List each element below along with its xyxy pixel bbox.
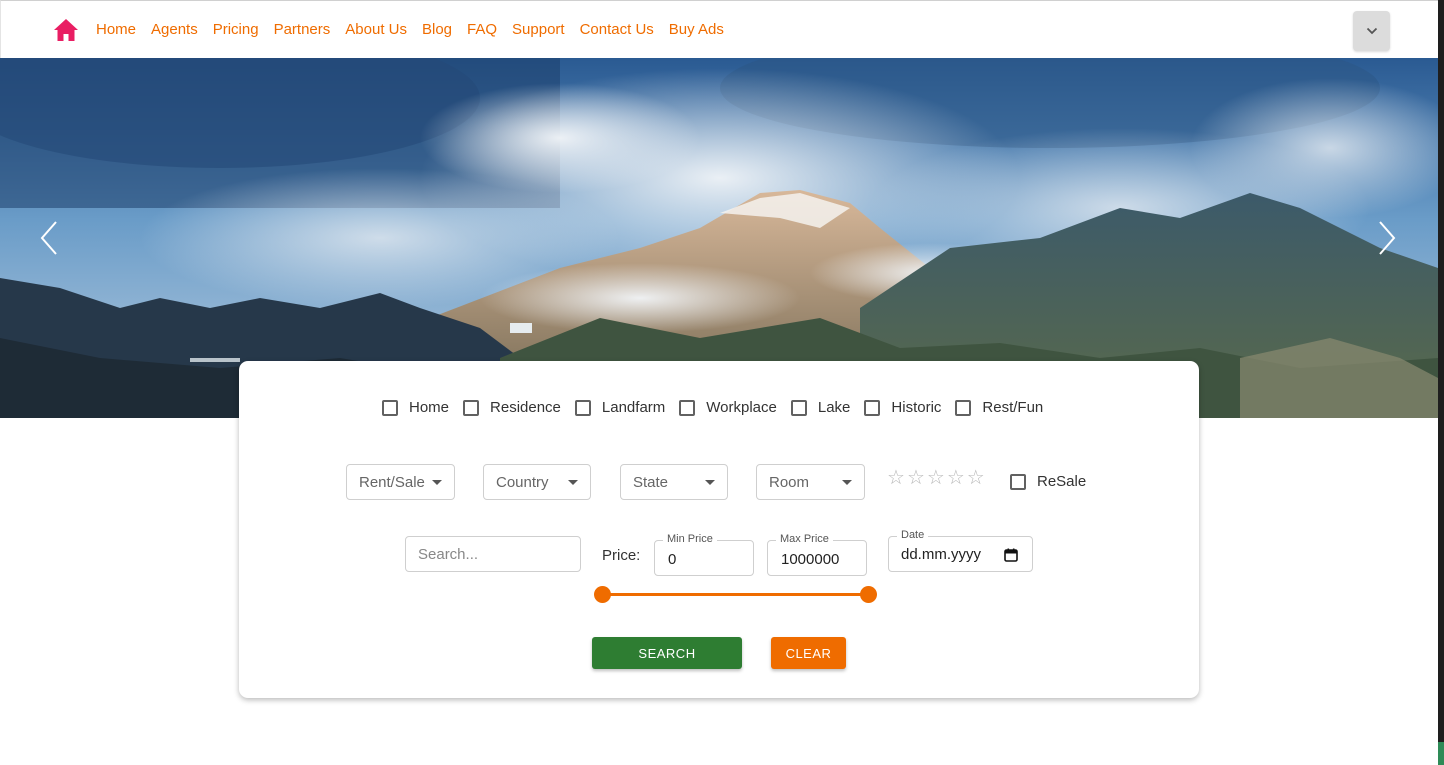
- nav-link-support[interactable]: Support: [512, 20, 565, 40]
- type-checkbox-residence[interactable]: Residence: [463, 399, 561, 417]
- home-icon[interactable]: [53, 18, 79, 42]
- star-icon[interactable]: ☆: [887, 467, 905, 489]
- clear-button[interactable]: CLEAR: [771, 637, 846, 669]
- nav-link-faq[interactable]: FAQ: [467, 20, 497, 40]
- nav-link-about-us[interactable]: About Us: [345, 20, 407, 40]
- property-type-filters: Home Residence Landfarm Workplace Lake H…: [382, 399, 1057, 417]
- checkbox[interactable]: [679, 400, 696, 416]
- nav-link-contact-us[interactable]: Contact Us: [580, 20, 654, 40]
- type-checkbox-lake[interactable]: Lake: [790, 399, 851, 417]
- checkbox-label: Landfarm: [601, 399, 666, 416]
- state-select[interactable]: State: [620, 464, 728, 500]
- max-price-field[interactable]: Max Price 1000000: [767, 533, 867, 576]
- star-icon[interactable]: ☆: [927, 467, 945, 489]
- checkbox[interactable]: [790, 400, 807, 416]
- chevron-right-icon[interactable]: [1372, 218, 1402, 258]
- window-edge: [1438, 0, 1444, 765]
- checkbox[interactable]: [382, 400, 398, 416]
- rating-stars[interactable]: ☆ ☆ ☆ ☆ ☆: [887, 467, 985, 489]
- checkbox[interactable]: [463, 400, 480, 416]
- star-icon[interactable]: ☆: [947, 467, 965, 489]
- type-checkbox-historic[interactable]: Historic: [864, 399, 941, 417]
- checkbox[interactable]: [574, 400, 591, 416]
- checkbox[interactable]: [864, 400, 881, 416]
- slider-thumb-max[interactable]: [859, 586, 877, 603]
- window-edge-accent: [1438, 742, 1444, 765]
- date-value: dd.mm.yyyy: [901, 546, 982, 563]
- checkbox-label: Home: [409, 399, 450, 416]
- select-label: Room: [769, 473, 810, 491]
- type-checkbox-landfarm[interactable]: Landfarm: [574, 399, 666, 417]
- min-price-value: 0: [668, 551, 677, 568]
- checkbox[interactable]: [1010, 474, 1026, 490]
- country-select[interactable]: Country: [483, 464, 591, 500]
- checkbox-label: Workplace: [706, 399, 777, 416]
- checkbox-label: Historic: [891, 399, 942, 416]
- type-checkbox-home[interactable]: Home: [382, 399, 449, 417]
- room-select[interactable]: Room: [756, 464, 865, 500]
- checkbox-label: Residence: [490, 399, 561, 416]
- slider-thumb-min[interactable]: [593, 586, 611, 603]
- nav-link-partners[interactable]: Partners: [274, 20, 331, 40]
- nav-links: Home Agents Pricing Partners About Us Bl…: [96, 20, 724, 40]
- select-label: Country: [496, 473, 549, 491]
- rent-sale-select[interactable]: Rent/Sale: [346, 464, 455, 500]
- type-checkbox-rest-fun[interactable]: Rest/Fun: [955, 399, 1043, 417]
- caret-down-icon: [842, 480, 852, 485]
- chevron-left-icon[interactable]: [34, 218, 64, 258]
- chevron-down-icon: [1366, 27, 1377, 35]
- date-label: Date: [897, 529, 929, 541]
- nav-link-buy-ads[interactable]: Buy Ads: [669, 20, 724, 40]
- slider-track: [602, 593, 868, 596]
- select-label: State: [633, 473, 669, 491]
- select-label: Rent/Sale: [359, 473, 425, 491]
- top-navbar: Home Agents Pricing Partners About Us Bl…: [0, 0, 1438, 58]
- nav-link-agents[interactable]: Agents: [151, 20, 198, 40]
- price-range-slider[interactable]: [593, 586, 877, 604]
- nav-link-pricing[interactable]: Pricing: [213, 20, 259, 40]
- checkbox-label: Lake: [817, 399, 851, 416]
- price-label: Price:: [602, 547, 641, 564]
- checkbox-label: Rest/Fun: [982, 399, 1044, 416]
- menu-toggle-button[interactable]: [1353, 11, 1390, 51]
- checkbox[interactable]: [955, 400, 972, 416]
- star-icon[interactable]: ☆: [967, 467, 985, 489]
- search-input[interactable]: [405, 536, 581, 572]
- max-price-label: Max Price: [776, 533, 833, 545]
- nav-link-home[interactable]: Home: [96, 20, 136, 40]
- min-price-field[interactable]: Min Price 0: [654, 533, 754, 576]
- min-price-label: Min Price: [663, 533, 717, 545]
- caret-down-icon: [432, 480, 442, 485]
- date-field[interactable]: Date dd.mm.yyyy: [888, 529, 1033, 572]
- search-button[interactable]: SEARCH: [592, 637, 742, 669]
- calendar-icon[interactable]: [1004, 548, 1018, 562]
- type-checkbox-workplace[interactable]: Workplace: [679, 399, 777, 417]
- caret-down-icon: [568, 480, 578, 485]
- nav-link-blog[interactable]: Blog: [422, 20, 452, 40]
- caret-down-icon: [705, 480, 715, 485]
- max-price-value: 1000000: [781, 551, 840, 568]
- search-panel: Home Residence Landfarm Workplace Lake H…: [239, 361, 1199, 698]
- star-icon[interactable]: ☆: [907, 467, 925, 489]
- resale-checkbox[interactable]: ReSale: [1010, 473, 1086, 491]
- resale-label: ReSale: [1037, 473, 1087, 490]
